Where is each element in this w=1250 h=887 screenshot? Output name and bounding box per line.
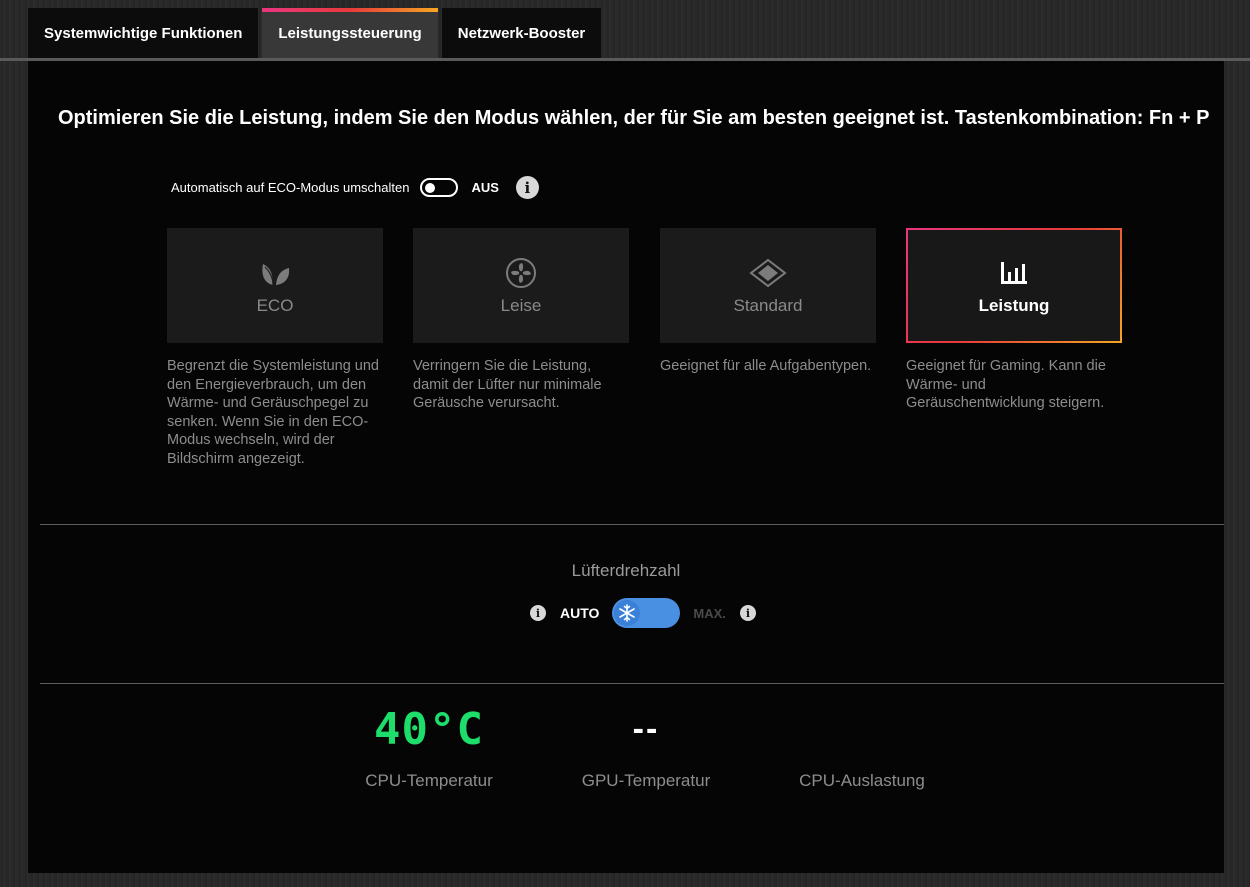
- mode-leistung: Leistung Geeignet für Gaming. Kann die W…: [906, 228, 1122, 413]
- mode-card-standard[interactable]: Standard: [660, 228, 876, 343]
- performance-panel: Optimieren Sie die Leistung, indem Sie d…: [28, 61, 1224, 873]
- eco-switch-label: Automatisch auf ECO-Modus umschalten: [171, 180, 410, 195]
- tab-systemwichtige-funktionen[interactable]: Systemwichtige Funktionen: [28, 8, 259, 59]
- gpu-temperature-label: GPU-Temperatur: [581, 771, 711, 790]
- info-icon[interactable]: i: [739, 605, 756, 621]
- mode-description: Verringern Sie die Leistung, damit der L…: [413, 358, 602, 412]
- info-icon[interactable]: i: [515, 176, 539, 199]
- fan-speed-toggle[interactable]: [612, 598, 681, 628]
- eco-auto-switch-row: Automatisch auf ECO-Modus umschalten AUS…: [171, 176, 539, 199]
- snowflake-icon: [614, 600, 641, 626]
- tab-netzwerk-booster[interactable]: Netzwerk-Booster: [441, 8, 602, 59]
- fan-speed-title: Lüfterdrehzahl: [571, 561, 681, 580]
- cpu-load-stat: CPU-Auslastung: [782, 701, 942, 791]
- eco-auto-toggle[interactable]: [420, 178, 459, 197]
- section-divider: [40, 683, 1224, 684]
- eco-switch-state: AUS: [471, 180, 499, 195]
- fan-speed-row: i AUTO MAX. i: [530, 598, 756, 628]
- mode-card-eco[interactable]: ECO: [167, 228, 383, 343]
- tab-label: Systemwichtige Funktionen: [44, 25, 243, 42]
- tab-label: Netzwerk-Booster: [457, 25, 586, 42]
- tab-bar: Systemwichtige Funktionen Leistungssteue…: [28, 8, 602, 59]
- mode-eco: ECO Begrenzt die Systemleistung und den …: [167, 228, 383, 469]
- tab-label: Leistungssteuerung: [278, 25, 422, 42]
- bars-icon: [1000, 256, 1028, 290]
- mode-card-leistung[interactable]: Leistung: [906, 228, 1122, 343]
- leaf-icon: [258, 256, 292, 290]
- mode-name: Standard: [733, 295, 803, 315]
- page-headline: Optimieren Sie die Leistung, indem Sie d…: [58, 107, 1210, 129]
- gpu-temperature-value: --: [632, 709, 660, 748]
- cpu-load-label: CPU-Auslastung: [799, 771, 925, 790]
- tab-leistungssteuerung[interactable]: Leistungssteuerung: [262, 8, 439, 59]
- app-window: Systemwichtige Funktionen Leistungssteue…: [0, 0, 1250, 887]
- fan-max-label: MAX.: [693, 605, 726, 621]
- info-icon[interactable]: i: [530, 605, 546, 621]
- mode-card-leise[interactable]: Leise: [413, 228, 629, 343]
- diamond-icon: [749, 256, 787, 290]
- mode-description: Geeignet für Gaming. Kann die Wärme- und…: [906, 358, 1106, 412]
- mode-leise: Leise Verringern Sie die Leistung, damit…: [413, 228, 629, 413]
- gpu-temperature-stat: -- GPU-Temperatur: [566, 701, 726, 791]
- fan-auto-label: AUTO: [560, 605, 600, 621]
- cpu-temperature-value: 40°C: [374, 703, 484, 755]
- mode-name: Leistung: [978, 295, 1050, 315]
- section-divider: [40, 524, 1224, 525]
- cpu-temperature-label: CPU-Temperatur: [365, 771, 493, 790]
- mode-name: Leise: [500, 295, 542, 315]
- mode-name: ECO: [256, 295, 294, 315]
- mode-description: Geeignet für alle Aufgabentypen.: [660, 358, 872, 374]
- toggle-knob: [425, 182, 436, 193]
- mode-standard: Standard Geeignet für alle Aufgabentypen…: [660, 228, 876, 376]
- mode-description: Begrenzt die Systemleistung und den Ener…: [167, 358, 379, 467]
- fan-icon: [505, 256, 537, 290]
- cpu-temperature-stat: 40°C CPU-Temperatur: [349, 701, 509, 791]
